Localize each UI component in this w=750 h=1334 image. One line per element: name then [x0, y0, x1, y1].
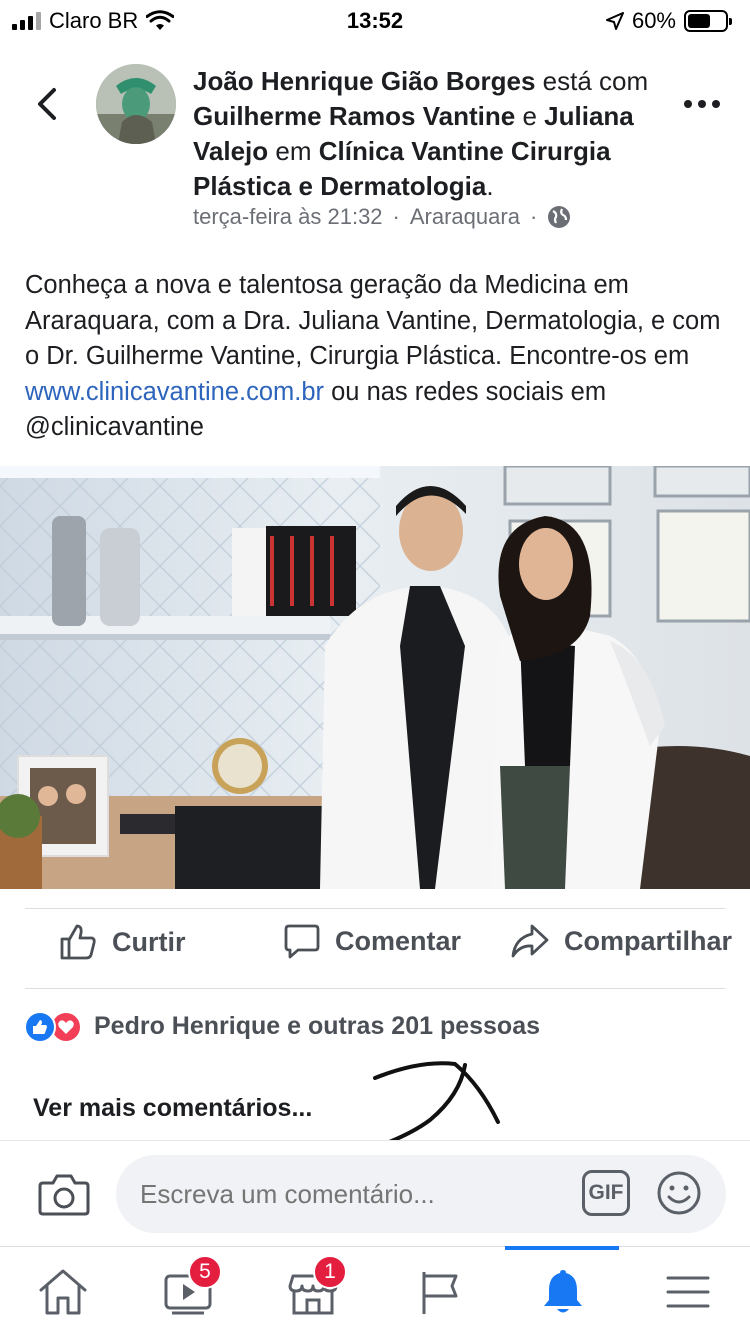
- comment-label: Comentar: [335, 925, 462, 956]
- reactions-text[interactable]: Pedro Henrique e outras 201 pessoas: [85, 993, 597, 1059]
- share-label: Compartilhar: [564, 925, 733, 956]
- meta-separator-2: ·: [529, 204, 538, 229]
- share-arrow-icon: [511, 924, 549, 958]
- at-text: em: [275, 136, 312, 166]
- meta-separator: ·: [392, 204, 400, 229]
- emoji-icon[interactable]: [656, 1170, 702, 1216]
- bell-icon: [544, 1270, 582, 1313]
- comment-composer: [0, 1140, 750, 1246]
- bottom-tab-bar: 5 1: [0, 1246, 750, 1334]
- marketplace-badge: 1: [313, 1255, 347, 1289]
- flag-icon: [422, 1272, 458, 1314]
- hamburger-menu-icon: [666, 1276, 710, 1308]
- home-icon: [39, 1269, 87, 1315]
- tab-menu[interactable]: [658, 1265, 718, 1319]
- with-text: está com: [542, 66, 649, 96]
- status-right: 60%: [605, 8, 732, 34]
- back-arrow-icon[interactable]: [30, 84, 66, 124]
- like-reaction-icon: [24, 1010, 56, 1043]
- comment-button[interactable]: Comentar: [283, 922, 461, 960]
- tab-watch[interactable]: 5: [158, 1255, 222, 1319]
- status-bar: Claro BR 13:52 60%: [0, 0, 750, 40]
- battery-icon: [684, 10, 732, 32]
- post-body: Conheça a nova e talentosa geração da Me…: [25, 268, 735, 446]
- and-text: e: [522, 101, 537, 131]
- post-title: João Henrique Gião Borges está com Guilh…: [193, 64, 653, 204]
- author-name[interactable]: João Henrique Gião Borges: [193, 66, 535, 96]
- author-avatar[interactable]: [96, 64, 176, 144]
- camera-icon[interactable]: [38, 1171, 90, 1217]
- post-link[interactable]: www.clinicavantine.com.br: [25, 378, 324, 406]
- tab-notifications[interactable]: [533, 1265, 593, 1319]
- divider-top: [25, 908, 725, 909]
- post-actions: Curtir Comentar Compartilhar: [0, 922, 750, 980]
- title-period: .: [486, 171, 494, 201]
- post-photo[interactable]: [0, 466, 750, 889]
- post-location[interactable]: Araraquara: [410, 204, 520, 230]
- reactions-summary[interactable]: Pedro Henrique e outras 201 pessoas: [24, 993, 597, 1059]
- post-text-before-link: Conheça a nova e talentosa geração da Me…: [25, 271, 721, 370]
- battery-percent: 60%: [631, 8, 676, 33]
- post-header: João Henrique Gião Borges está com Guilh…: [0, 58, 750, 248]
- divider-bottom: [25, 988, 725, 989]
- comment-input[interactable]: [116, 1155, 726, 1233]
- thumbs-up-icon: [60, 924, 96, 960]
- share-button[interactable]: Compartilhar: [510, 922, 732, 960]
- like-label: Curtir: [112, 926, 186, 957]
- reactions-label: Pedro Henrique e outras 201 pessoas: [94, 1012, 541, 1040]
- comment-bubble-icon: [284, 924, 320, 959]
- tab-marketplace[interactable]: 1: [283, 1255, 347, 1319]
- post-time[interactable]: terça-feira às 21:32: [193, 204, 383, 230]
- tagged-person-1[interactable]: Guilherme Ramos Vantine: [193, 101, 515, 131]
- tab-pages[interactable]: [408, 1265, 468, 1319]
- tab-home[interactable]: [33, 1265, 93, 1319]
- post-meta: terça-feira às 21:32 · Araraquara ·: [193, 204, 571, 230]
- location-arrow-icon: [605, 12, 624, 30]
- globe-icon: [548, 206, 571, 228]
- more-options-icon[interactable]: [684, 100, 720, 108]
- like-button[interactable]: Curtir: [58, 922, 186, 962]
- gif-button[interactable]: GIF: [582, 1170, 630, 1216]
- active-tab-indicator: [505, 1246, 619, 1250]
- watch-badge: 5: [188, 1255, 222, 1289]
